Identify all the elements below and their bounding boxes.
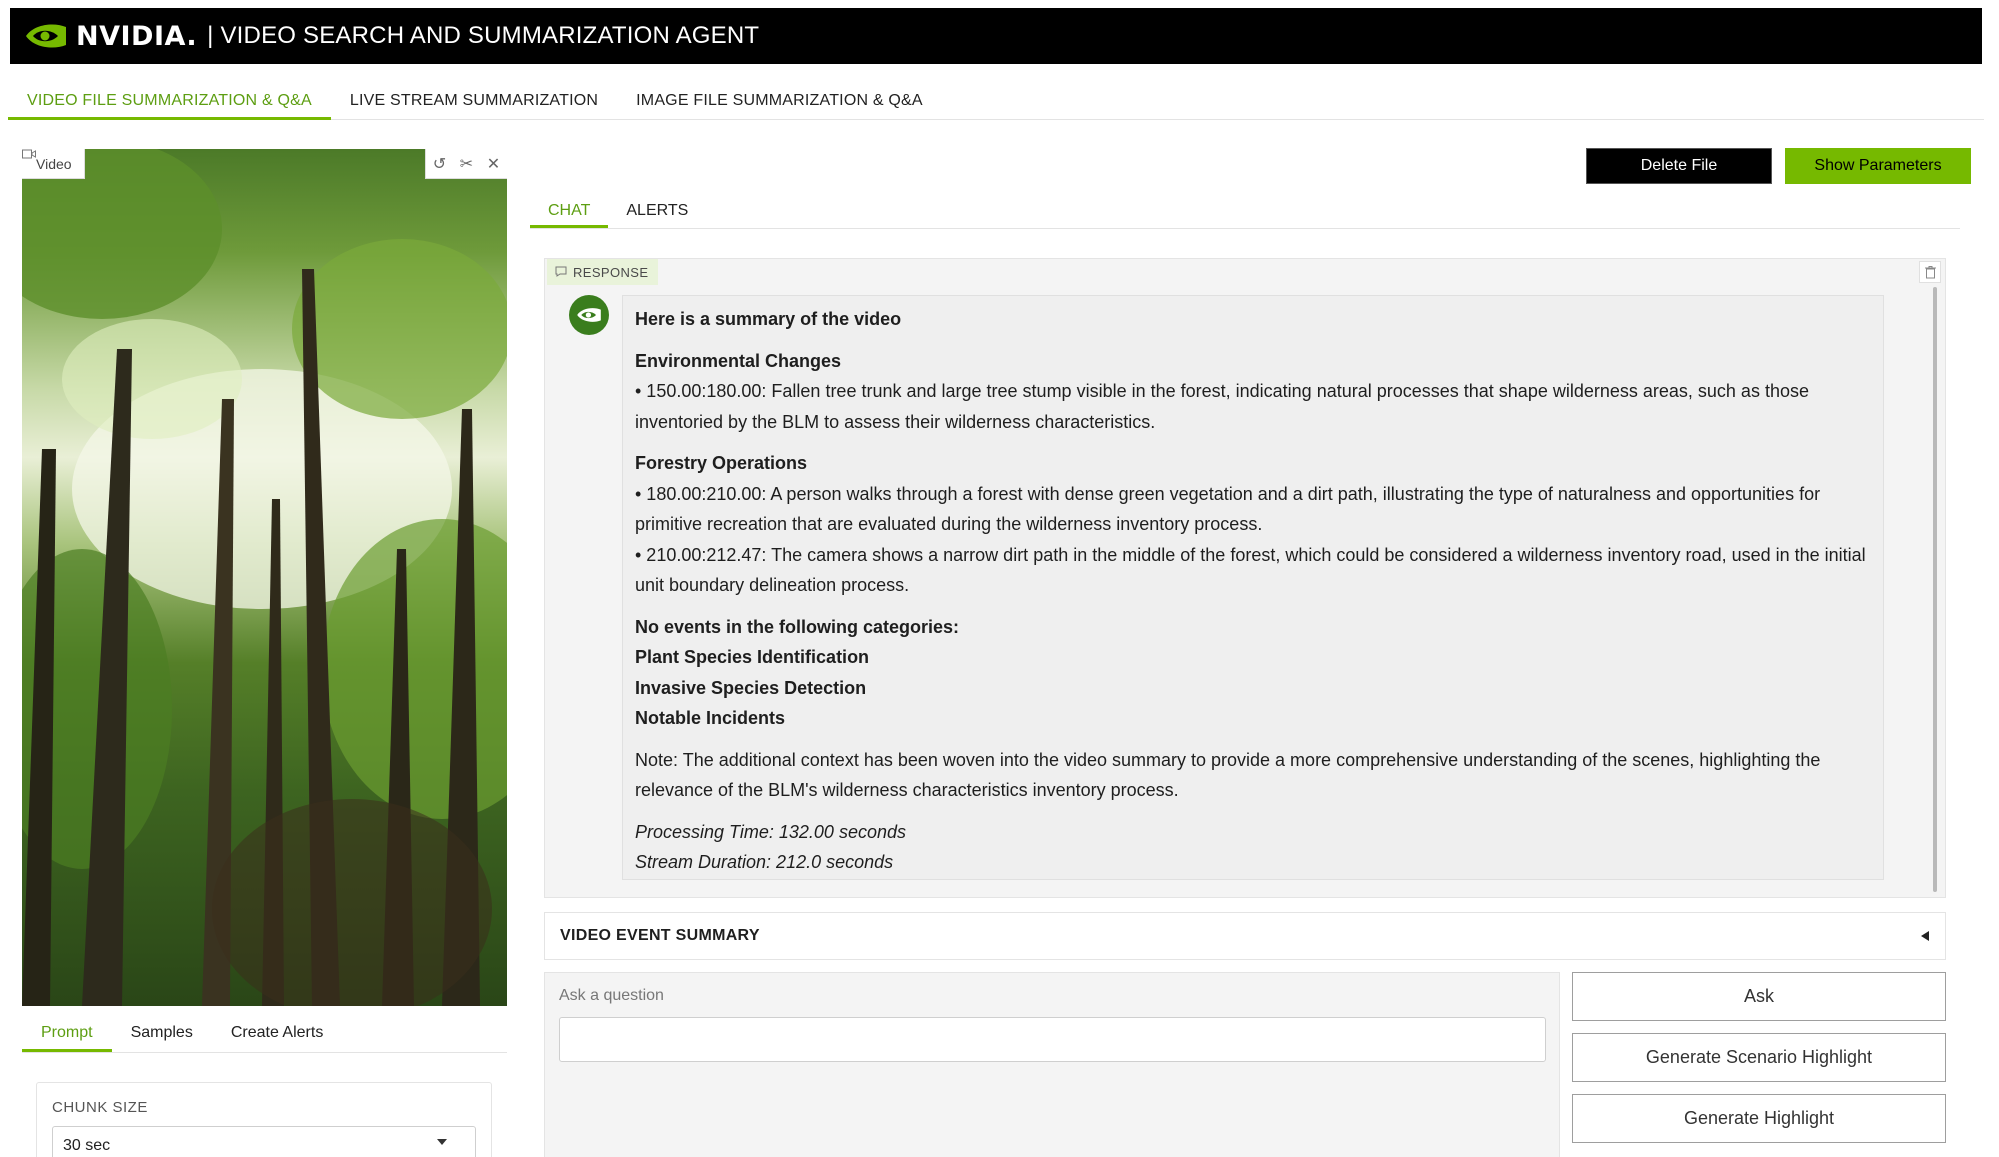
- nvidia-eye-icon: [577, 308, 601, 322]
- assistant-avatar: [569, 295, 609, 335]
- video-label: Video: [22, 149, 85, 179]
- response-label: RESPONSE: [547, 259, 659, 285]
- question-input[interactable]: [559, 1017, 1546, 1062]
- scissors-icon[interactable]: ✂: [460, 154, 473, 174]
- question-panel: Ask a question: [544, 972, 1560, 1157]
- video-event-summary-label: VIDEO EVENT SUMMARY: [560, 927, 760, 944]
- tab-prompt[interactable]: Prompt: [22, 1018, 112, 1052]
- response-panel: RESPONSE Here is a summary of the video …: [544, 258, 1946, 898]
- environmental-changes-heading: Environmental Changes: [635, 350, 842, 371]
- trash-icon[interactable]: [1919, 261, 1941, 283]
- chat-tabs: CHAT ALERTS: [530, 196, 1960, 229]
- generate-highlight-button[interactable]: Generate Highlight: [1572, 1094, 1946, 1143]
- video-player[interactable]: Video ↺ ✂ ✕: [22, 149, 507, 1006]
- nvidia-eye-icon: [24, 21, 68, 51]
- video-controls: ↺ ✂ ✕: [425, 149, 507, 179]
- brand-logo: NVIDIA.: [24, 21, 197, 52]
- summary-note: Note: The additional context has been wo…: [635, 749, 1821, 801]
- environmental-item: • 150.00:180.00: Fallen tree trunk and l…: [635, 381, 1809, 432]
- chat-bubble-icon: [555, 265, 567, 280]
- no-event-category: Plant Species Identification: [635, 647, 870, 667]
- no-event-category: Invasive Species Detection: [635, 677, 867, 698]
- question-label: Ask a question: [559, 987, 664, 1004]
- chevron-down-icon: [437, 1139, 447, 1145]
- no-event-category: Notable Incidents: [635, 708, 786, 728]
- summary-heading: Here is a summary of the video: [635, 309, 902, 329]
- tab-chat[interactable]: CHAT: [530, 196, 609, 228]
- app-header: NVIDIA. | VIDEO SEARCH AND SUMMARIZATION…: [10, 8, 1982, 64]
- prompt-tabs: Prompt Samples Create Alerts: [22, 1018, 507, 1053]
- stream-duration: Stream Duration: 212.0 seconds: [635, 852, 894, 872]
- close-icon[interactable]: ✕: [487, 154, 500, 174]
- tab-image-file-summarization[interactable]: IMAGE FILE SUMMARIZATION & Q&A: [617, 86, 942, 120]
- tab-alerts[interactable]: ALERTS: [608, 196, 706, 228]
- assistant-message: Here is a summary of the video Environme…: [622, 295, 1884, 880]
- chunk-size-panel: CHUNK SIZE 30 sec: [36, 1082, 492, 1157]
- tab-video-file-summarization[interactable]: VIDEO FILE SUMMARIZATION & Q&A: [8, 86, 331, 120]
- forestry-item: • 180.00:210.00: A person walks through …: [635, 483, 1821, 535]
- response-scrollbar[interactable]: [1933, 287, 1937, 892]
- tab-live-stream-summarization[interactable]: LIVE STREAM SUMMARIZATION: [331, 86, 617, 120]
- show-parameters-button[interactable]: Show Parameters: [1785, 148, 1971, 184]
- ask-button[interactable]: Ask: [1572, 972, 1946, 1021]
- processing-time: Processing Time: 132.00 seconds: [635, 821, 906, 842]
- forestry-item: • 210.00:212.47: The camera shows a narr…: [635, 544, 1866, 596]
- undo-icon[interactable]: ↺: [433, 154, 446, 174]
- video-event-summary-accordion[interactable]: VIDEO EVENT SUMMARY: [544, 912, 1946, 960]
- chunk-size-label: CHUNK SIZE: [52, 1099, 148, 1116]
- delete-file-button[interactable]: Delete File: [1586, 148, 1772, 184]
- video-label-text: Video: [36, 155, 72, 172]
- video-frame: [22, 149, 507, 1006]
- generate-scenario-highlight-button[interactable]: Generate Scenario Highlight: [1572, 1033, 1946, 1082]
- forestry-operations-heading: Forestry Operations: [635, 453, 808, 473]
- app-title: | VIDEO SEARCH AND SUMMARIZATION AGENT: [207, 22, 760, 49]
- chunk-size-select[interactable]: 30 sec: [52, 1126, 476, 1157]
- tab-samples[interactable]: Samples: [112, 1018, 212, 1052]
- chunk-size-value: 30 sec: [63, 1137, 111, 1154]
- response-label-text: RESPONSE: [573, 264, 649, 280]
- no-events-heading: No events in the following categories:: [635, 616, 960, 637]
- tab-create-alerts[interactable]: Create Alerts: [212, 1018, 342, 1052]
- triangle-left-icon: [1921, 931, 1929, 941]
- brand-wordmark: NVIDIA.: [76, 20, 198, 52]
- main-tabs: VIDEO FILE SUMMARIZATION & Q&A LIVE STRE…: [8, 86, 1984, 120]
